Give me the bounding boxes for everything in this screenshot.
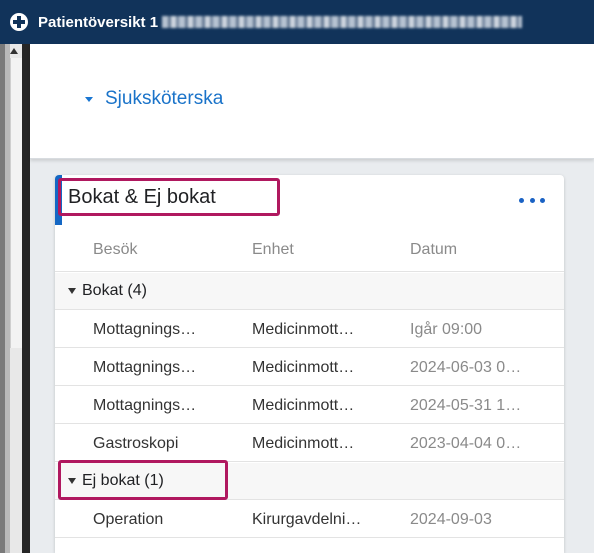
cell-besok: Mottagnings… [93, 397, 197, 414]
window-title: Patientöversikt 1 [38, 13, 159, 31]
cell-besok: Gastroskopi [93, 435, 179, 452]
cell-enhet: Kirurgavdelni… [252, 511, 362, 528]
table-row[interactable]: Mottagnings… Medicinmott… 2024-06-03 0… [55, 349, 564, 386]
section-label: Sjuksköterska [105, 88, 224, 109]
more-horizontal-icon [519, 197, 524, 203]
cell-datum: 2024-05-31 1… [410, 397, 522, 414]
cell-datum: 2023-04-04 0… [410, 435, 522, 452]
cross-plus-icon [8, 11, 30, 33]
caret-down-icon [68, 478, 76, 484]
group-label: Bokat (4) [82, 282, 147, 299]
pane-divider [22, 44, 30, 553]
redacted-patient-info [162, 16, 523, 28]
cell-besok: Mottagnings… [93, 321, 197, 338]
cell-besok: Operation [93, 511, 164, 528]
cell-enhet: Medicinmott… [252, 359, 355, 376]
cell-enhet: Medicinmott… [252, 397, 355, 414]
vertical-scrollbar[interactable] [0, 44, 22, 553]
group-row-bokat[interactable]: Bokat (4) [55, 273, 564, 310]
group-label: Ej bokat (1) [82, 472, 164, 489]
section-header: Sjuksköterska [30, 44, 594, 159]
column-header-besok[interactable]: Besök [93, 241, 137, 259]
bookings-card: Bokat & Ej bokat Besök Enhet Datum Bokat… [55, 175, 564, 553]
main-pane: Sjuksköterska Bokat & Ej bokat Besök Enh… [30, 44, 594, 553]
table-row[interactable]: Mottagnings… Medicinmott… 2024-05-31 1… [55, 387, 564, 424]
cell-datum: 2024-06-03 0… [410, 359, 522, 376]
cell-besok: Mottagnings… [93, 359, 197, 376]
more-options-button[interactable] [519, 192, 545, 208]
caret-down-icon [68, 288, 76, 294]
table-header: Besök Enhet Datum [55, 227, 564, 272]
cell-enhet: Medicinmott… [252, 321, 355, 338]
cell-datum: 2024-09-03 [410, 511, 492, 528]
table-row[interactable]: Operation Kirurgavdelni… 2024-09-03 [55, 501, 564, 538]
table-row[interactable]: Gastroskopi Medicinmott… 2023-04-04 0… [55, 425, 564, 462]
column-header-enhet[interactable]: Enhet [252, 241, 294, 259]
caret-down-icon [85, 96, 93, 102]
section-toggle-sjukskoterska[interactable]: Sjuksköterska [85, 88, 223, 110]
card-title: Bokat & Ej bokat [68, 186, 216, 208]
scroll-up-arrow-icon[interactable] [10, 48, 18, 54]
scrollbar-thumb[interactable] [10, 58, 22, 348]
table-row[interactable]: Mottagnings… Medicinmott… Igår 09:00 [55, 311, 564, 348]
title-bar: Patientöversikt 1 [0, 0, 594, 44]
cell-datum: Igår 09:00 [410, 321, 483, 338]
cell-enhet: Medicinmott… [252, 435, 355, 452]
group-row-ej-bokat[interactable]: Ej bokat (1) [55, 460, 564, 500]
column-header-datum[interactable]: Datum [410, 241, 457, 259]
